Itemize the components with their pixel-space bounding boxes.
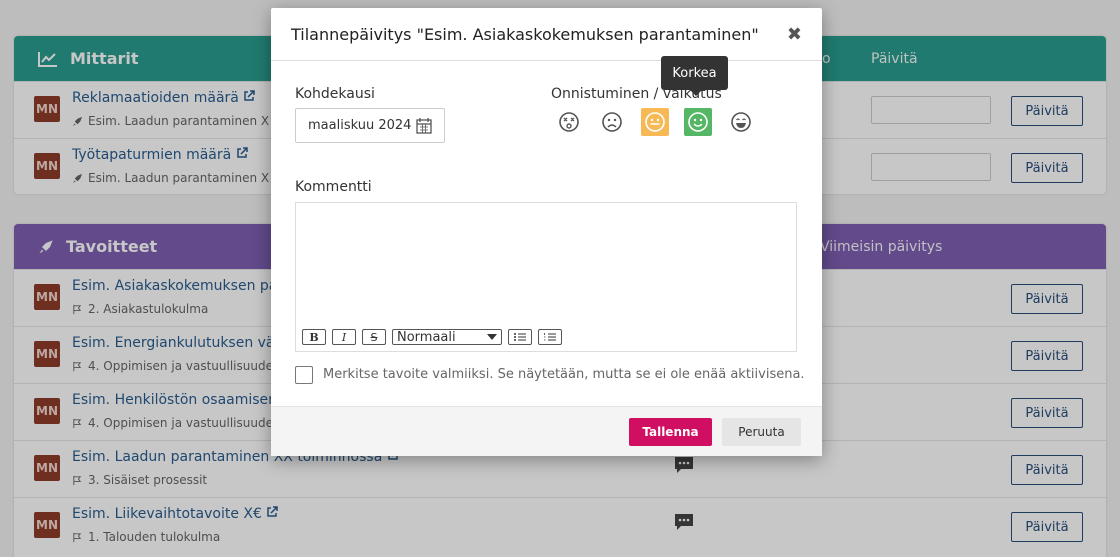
mark-complete-checkbox[interactable] xyxy=(295,366,313,384)
numbered-list-button[interactable] xyxy=(538,329,562,345)
status-update-dialog: Tilannepäivitys "Esim. Asiakaskokemuksen… xyxy=(271,8,822,456)
calendar-icon xyxy=(416,118,432,134)
bold-button[interactable]: B xyxy=(302,329,326,345)
dialog-footer: Tallenna Peruuta xyxy=(271,406,822,456)
comment-editor[interactable]: B I S Normaali xyxy=(295,202,797,352)
format-select-value: Normaali xyxy=(397,329,456,345)
face-neutral-button[interactable] xyxy=(641,108,669,136)
italic-button[interactable]: I xyxy=(332,329,356,345)
bullet-list-button[interactable] xyxy=(508,329,532,345)
face-laugh-button[interactable] xyxy=(727,108,755,136)
caret-down-icon xyxy=(487,334,497,340)
face-smile-icon xyxy=(645,112,665,132)
strike-button[interactable]: S xyxy=(362,329,386,345)
face-frown-button[interactable] xyxy=(598,108,626,136)
mark-complete-label: Merkitse tavoite valmiiksi. Se näytetään… xyxy=(323,367,805,382)
bullet-list-icon xyxy=(514,333,526,341)
rating-tooltip: Korkea xyxy=(661,56,728,96)
format-select[interactable]: Normaali xyxy=(392,329,502,345)
period-value: maaliskuu 2024 xyxy=(308,118,412,133)
face-frown-icon xyxy=(602,112,622,132)
period-date-field[interactable]: maaliskuu 2024 xyxy=(295,108,445,143)
face-dizzy-button[interactable] xyxy=(555,108,583,136)
period-label: Kohdekausi xyxy=(295,86,375,102)
comment-label: Kommentti xyxy=(295,179,372,195)
rating-faces xyxy=(555,108,755,136)
numbered-list-icon xyxy=(544,333,556,341)
face-laugh-icon xyxy=(731,112,751,132)
save-button[interactable]: Tallenna xyxy=(629,418,712,446)
editor-toolbar: B I S Normaali xyxy=(302,329,562,345)
close-icon[interactable]: ✖ xyxy=(787,24,802,45)
face-smile-icon xyxy=(688,112,708,132)
face-smile-button[interactable] xyxy=(684,108,712,136)
dialog-title: Tilannepäivitys "Esim. Asiakaskokemuksen… xyxy=(271,8,822,61)
face-dizzy-icon xyxy=(559,112,579,132)
cancel-button[interactable]: Peruuta xyxy=(722,418,801,446)
